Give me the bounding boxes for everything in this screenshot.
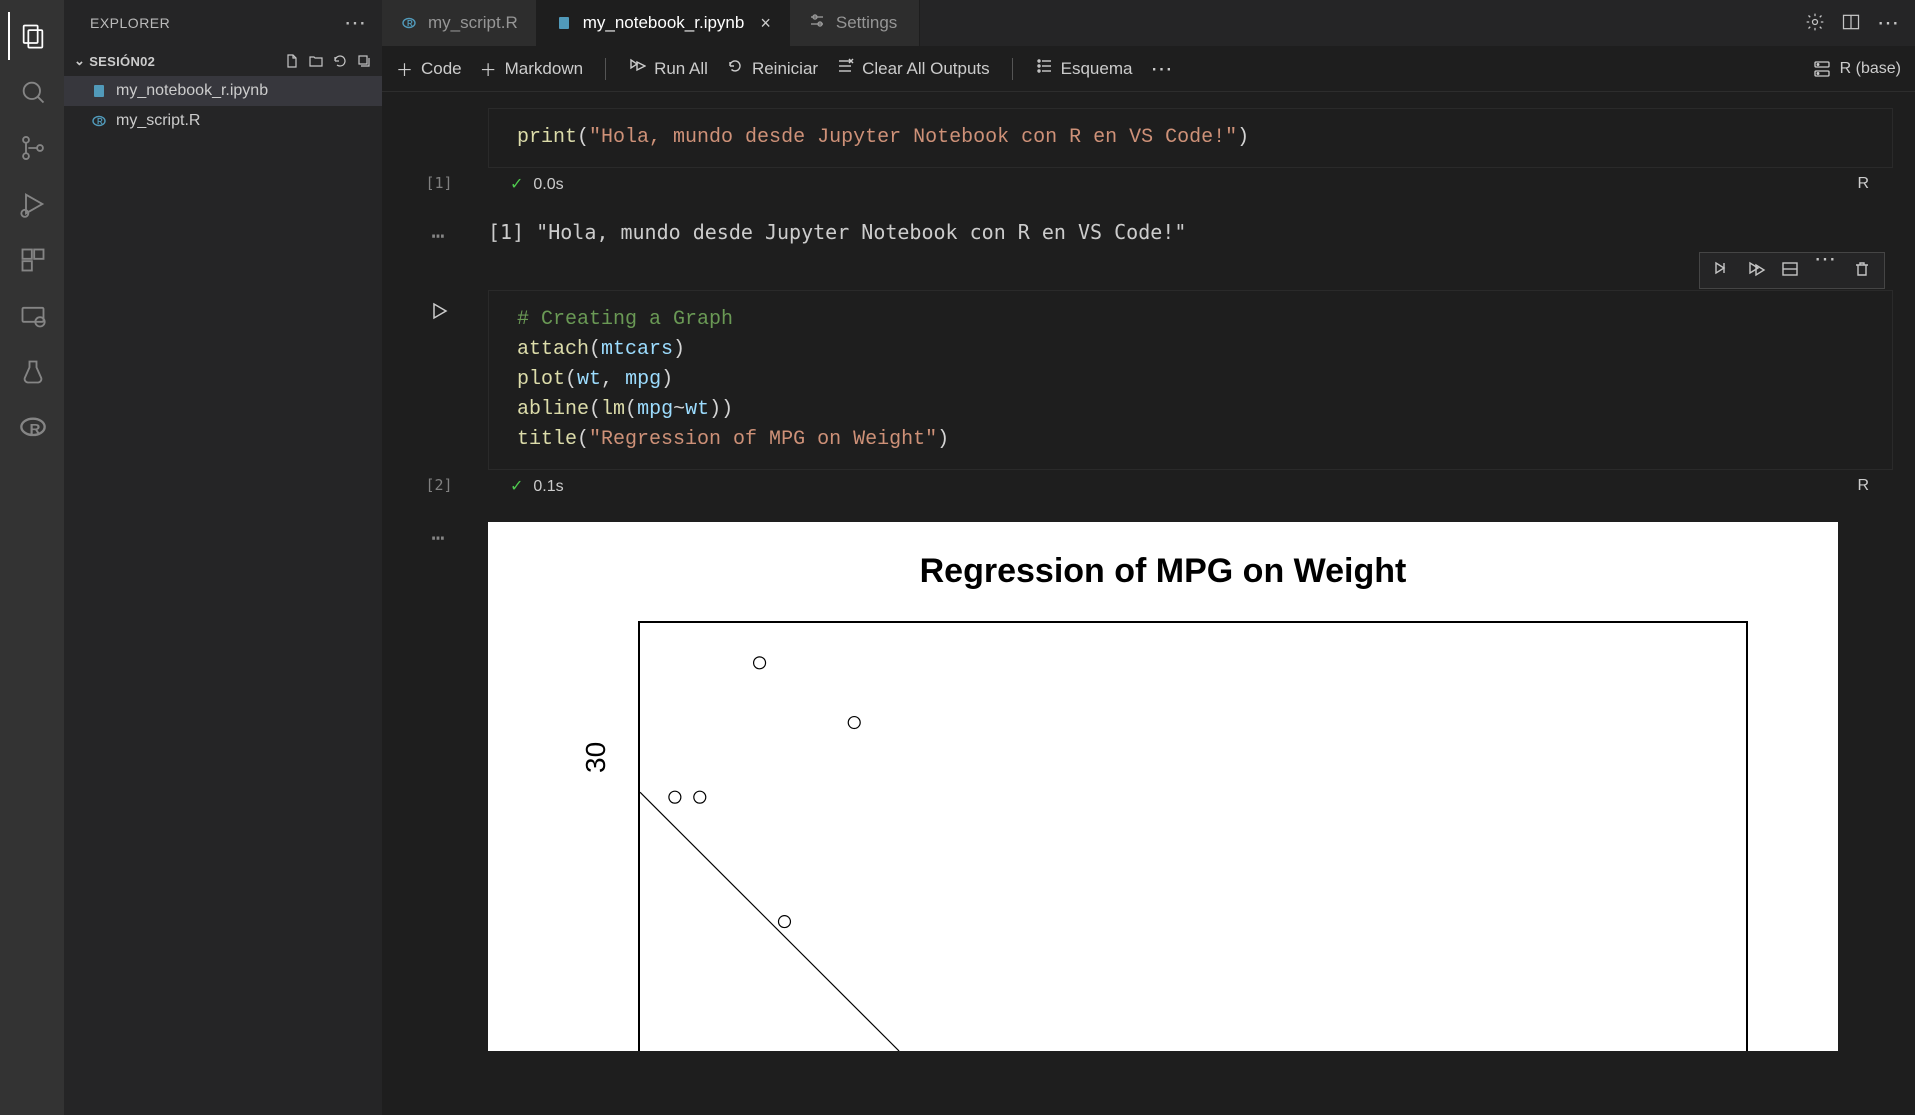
cell-lang-tag: R	[1857, 477, 1869, 495]
add-markdown-label: Markdown	[505, 59, 583, 79]
plot-area: 30	[638, 621, 1748, 1051]
collapse-all-icon[interactable]	[352, 49, 376, 73]
file-row-notebook[interactable]: my_notebook_r.ipynb	[64, 76, 382, 106]
split-cell-icon[interactable]	[1780, 259, 1800, 282]
tab-label: my_script.R	[428, 13, 518, 33]
file-row-rscript[interactable]: R my_script.R	[64, 106, 382, 136]
notebook-cell: [2] ⋯ # Creating a Graph attach(mtcars) …	[390, 290, 1907, 502]
sidebar-title: EXPLORER	[90, 15, 170, 31]
outline-button[interactable]: Esquema	[1035, 57, 1133, 80]
add-code-label: Code	[421, 59, 462, 79]
folder-name: SESIÓN02	[89, 54, 155, 69]
restart-label: Reiniciar	[752, 59, 818, 79]
delete-cell-icon[interactable]	[1852, 259, 1872, 282]
output-more-icon[interactable]: ⋯	[431, 526, 446, 551]
server-icon	[1812, 59, 1832, 79]
cell-more-icon[interactable]: ⋯	[1814, 259, 1838, 282]
cell-output: ⋯ [1] "Hola, mundo desde Jupyter Noteboo…	[390, 210, 1907, 260]
activity-bar: R	[0, 0, 64, 1115]
notebook-file-icon	[90, 82, 108, 100]
plot-output: Regression of MPG on Weight 30	[488, 522, 1838, 1051]
success-check-icon: ✓	[510, 478, 523, 495]
cell-lang-tag: R	[1857, 175, 1869, 193]
exec-count: [2]	[425, 476, 452, 502]
execute-below-icon[interactable]	[1746, 259, 1766, 282]
r-file-icon: R	[400, 14, 418, 32]
tab-my-script[interactable]: R my_script.R	[382, 0, 537, 46]
chevron-down-icon: ⌄	[74, 53, 85, 69]
tab-label: my_notebook_r.ipynb	[583, 13, 745, 33]
tab-my-notebook[interactable]: my_notebook_r.ipynb ×	[537, 0, 790, 46]
svg-text:R: R	[30, 421, 41, 438]
restart-button[interactable]: Reiniciar	[726, 57, 818, 80]
plus-icon: ＋	[480, 56, 497, 81]
gear-icon[interactable]	[1805, 12, 1825, 35]
explorer-sidebar: EXPLORER ⋯ ⌄ SESIÓN02 my_notebook_r.ipyn…	[64, 0, 382, 1115]
exec-time: 0.1s	[533, 478, 563, 495]
outline-icon	[1035, 57, 1053, 80]
run-all-label: Run All	[654, 59, 708, 79]
activity-testing[interactable]	[8, 348, 56, 396]
sidebar-folder-row[interactable]: ⌄ SESIÓN02	[64, 46, 382, 76]
new-folder-icon[interactable]	[304, 49, 328, 73]
activity-run-debug[interactable]	[8, 180, 56, 228]
notebook-file-icon	[555, 14, 573, 32]
run-all-icon	[628, 57, 646, 80]
plus-icon: ＋	[396, 56, 413, 81]
sidebar-header: EXPLORER ⋯	[64, 0, 382, 46]
cell-gutter: ▷ [1]	[390, 108, 488, 200]
clear-outputs-button[interactable]: Clear All Outputs	[836, 57, 990, 80]
file-name: my_notebook_r.ipynb	[116, 82, 268, 100]
add-code-button[interactable]: ＋ Code	[396, 56, 462, 81]
close-icon[interactable]: ×	[760, 13, 771, 34]
add-markdown-button[interactable]: ＋ Markdown	[480, 56, 583, 81]
cell-code[interactable]: # Creating a Graph attach(mtcars) plot(w…	[488, 290, 1893, 470]
activity-search[interactable]	[8, 68, 56, 116]
activity-remote[interactable]	[8, 292, 56, 340]
run-cell-icon[interactable]	[428, 300, 450, 328]
svg-text:R: R	[97, 117, 103, 126]
split-editor-icon[interactable]	[1841, 12, 1861, 35]
success-check-icon: ✓	[510, 176, 523, 193]
run-by-line-icon[interactable]	[1712, 259, 1732, 282]
editor-main: R my_script.R my_notebook_r.ipynb × Sett…	[382, 0, 1915, 1115]
run-all-button[interactable]: Run All	[628, 57, 708, 80]
exec-count: [1]	[425, 174, 452, 200]
new-file-icon[interactable]	[280, 49, 304, 73]
kernel-picker[interactable]: R (base)	[1812, 59, 1901, 79]
notebook-cell: ▷ [1] print("Hola, mundo desde Jupyter N…	[390, 108, 1907, 200]
editor-tabs: R my_script.R my_notebook_r.ipynb × Sett…	[382, 0, 1915, 46]
restart-icon	[726, 57, 744, 80]
tabs-right-actions: ⋯	[1805, 0, 1915, 46]
outline-label: Esquema	[1061, 59, 1133, 79]
file-name: my_script.R	[116, 112, 200, 130]
tab-label: Settings	[836, 13, 897, 33]
plot-title: Regression of MPG on Weight	[528, 552, 1798, 591]
output-more-icon[interactable]: ⋯	[431, 224, 446, 249]
cell-code[interactable]: print("Hola, mundo desde Jupyter Noteboo…	[488, 108, 1893, 168]
tab-settings[interactable]: Settings	[790, 0, 920, 46]
output-text: [1] "Hola, mundo desde Jupyter Notebook …	[488, 220, 1907, 250]
settings-sliders-icon	[808, 12, 826, 35]
clear-label: Clear All Outputs	[862, 59, 990, 79]
cell-status: ✓ 0.0s R	[488, 168, 1893, 200]
notebook-body[interactable]: ▷ [1] print("Hola, mundo desde Jupyter N…	[382, 92, 1915, 1115]
clear-icon	[836, 57, 854, 80]
svg-text:R: R	[407, 19, 413, 28]
r-file-icon: R	[90, 112, 108, 130]
exec-time: 0.0s	[533, 176, 563, 193]
kernel-label: R (base)	[1840, 60, 1901, 78]
notebook-toolbar: ＋ Code ＋ Markdown Run All Reiniciar Clea…	[382, 46, 1915, 92]
cell-output-plot: ⋯ Regression of MPG on Weight 30	[390, 512, 1907, 1061]
refresh-icon[interactable]	[328, 49, 352, 73]
activity-r-icon[interactable]: R	[8, 404, 56, 452]
cell-status: ✓ 0.1s R	[488, 470, 1893, 502]
cell-gutter: [2]	[390, 290, 488, 502]
activity-explorer[interactable]	[8, 12, 56, 60]
cell-hover-toolbar: ⋯	[1699, 252, 1885, 289]
plot-y-tick: 30	[580, 742, 612, 773]
activity-source-control[interactable]	[8, 124, 56, 172]
activity-extensions[interactable]	[8, 236, 56, 284]
